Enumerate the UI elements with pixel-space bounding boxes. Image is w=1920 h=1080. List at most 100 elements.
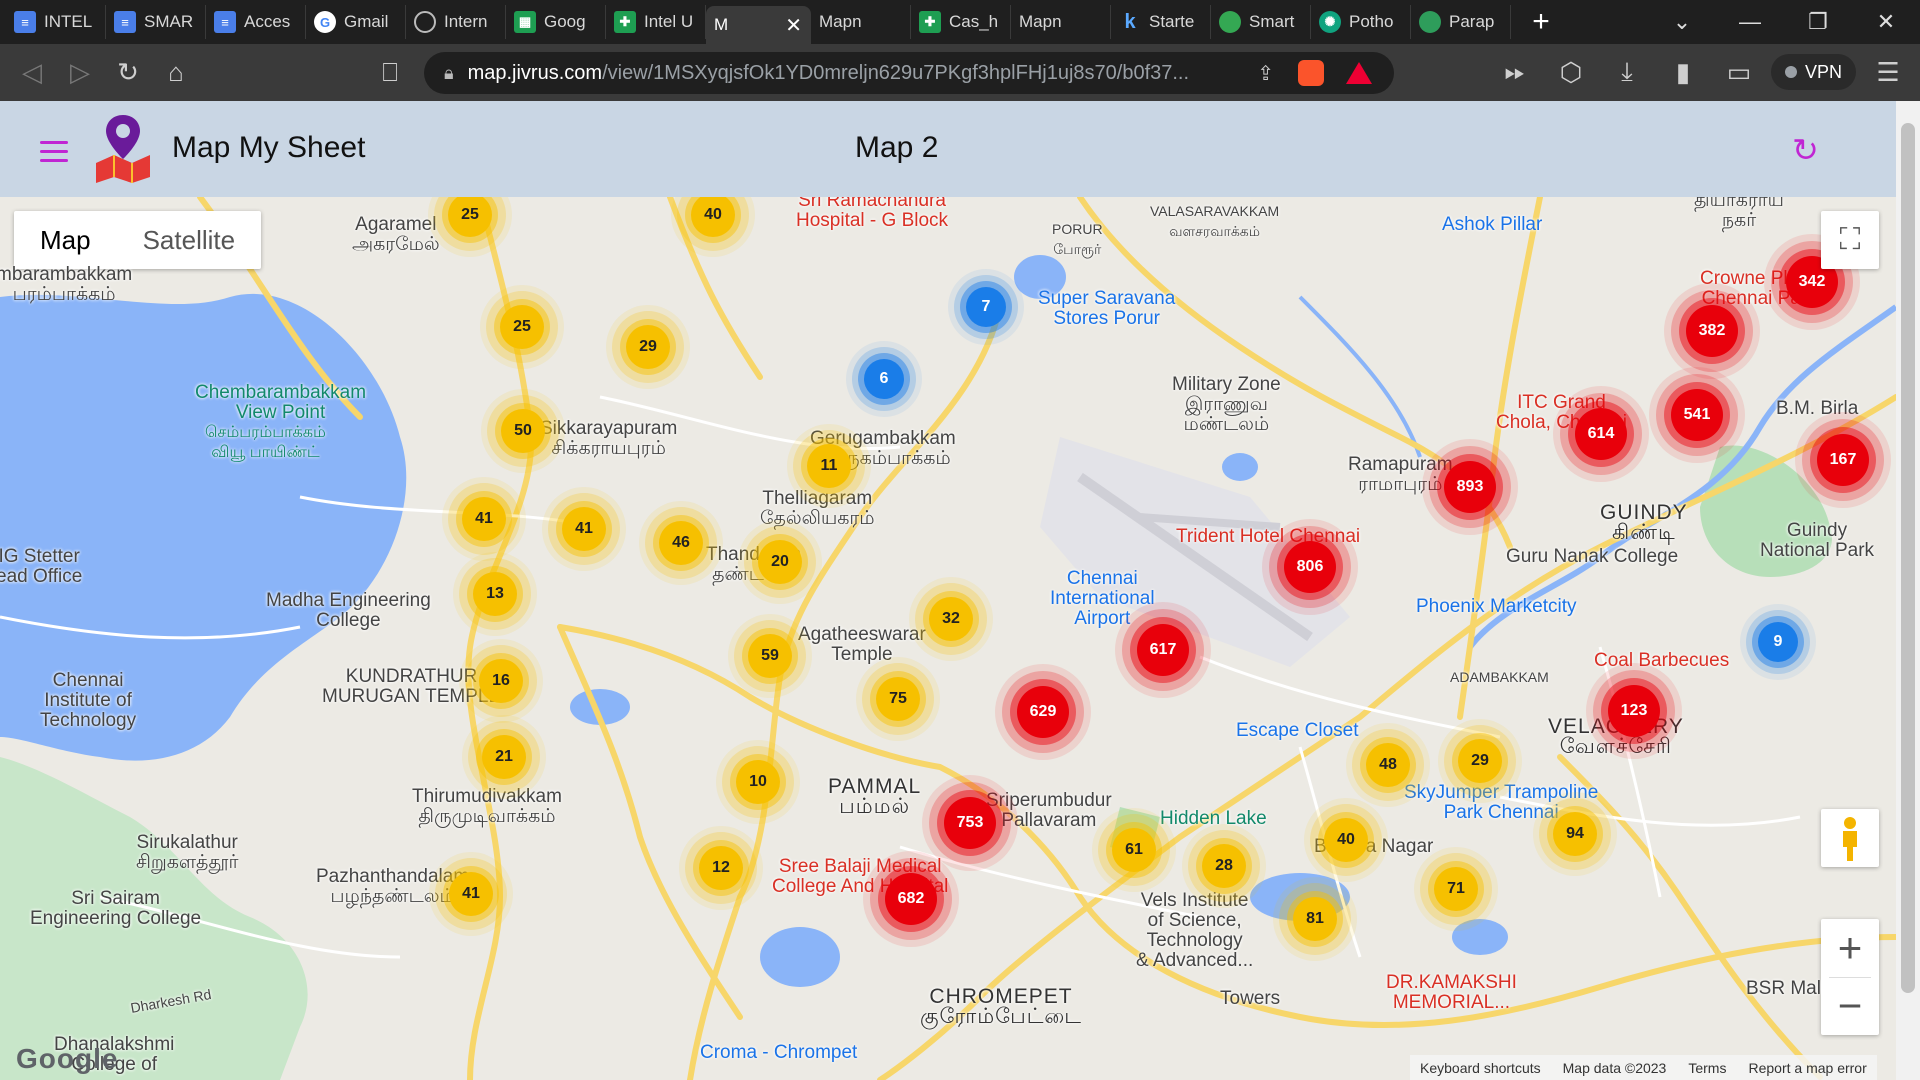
- cluster-marker[interactable]: 629: [1017, 686, 1069, 738]
- cluster-marker[interactable]: 16: [479, 659, 523, 703]
- cluster-marker[interactable]: 75: [876, 677, 920, 721]
- cluster-marker[interactable]: 806: [1284, 541, 1336, 593]
- map-my-sheet-logo: [96, 115, 150, 183]
- forward-button[interactable]: ▷: [56, 49, 104, 97]
- cluster-marker[interactable]: 94: [1553, 812, 1597, 856]
- back-button[interactable]: ◁: [8, 49, 56, 97]
- minimize-button[interactable]: —: [1716, 9, 1784, 35]
- browser-tab[interactable]: Intern: [406, 5, 506, 39]
- cluster-marker[interactable]: 13: [473, 572, 517, 616]
- cluster-marker[interactable]: 50: [501, 409, 545, 453]
- place-label: Sri Ramachandra Hospital - G Block: [796, 197, 949, 231]
- cluster-marker[interactable]: 11: [807, 444, 851, 488]
- cluster-marker[interactable]: 29: [1458, 739, 1502, 783]
- cluster-marker[interactable]: 20: [758, 540, 802, 584]
- cluster-marker[interactable]: 41: [449, 872, 493, 916]
- zoom-in-button[interactable]: +: [1821, 919, 1879, 977]
- cluster-marker[interactable]: 41: [462, 497, 506, 541]
- hamburger-menu-icon[interactable]: [40, 141, 68, 168]
- cluster-marker[interactable]: 32: [929, 597, 973, 641]
- cluster-marker[interactable]: 12: [699, 846, 743, 890]
- map-type-map-button[interactable]: Map: [14, 211, 117, 269]
- tab-title: Goog: [544, 12, 586, 31]
- cluster-marker[interactable]: 25: [500, 305, 544, 349]
- tab-title: Smart: [1249, 12, 1295, 31]
- map-type-satellite-button[interactable]: Satellite: [117, 211, 262, 269]
- vpn-button[interactable]: VPN: [1770, 54, 1856, 90]
- cluster-marker[interactable]: 167: [1817, 434, 1869, 486]
- tab-title: Cas_h: [949, 12, 999, 31]
- browser-tab[interactable]: ▦ Goog: [506, 5, 606, 39]
- share-icon[interactable]: ⇪: [1257, 61, 1274, 86]
- cluster-marker[interactable]: 123: [1608, 685, 1660, 737]
- browser-tab[interactable]: Parap: [1411, 5, 1511, 39]
- browser-tab[interactable]: Mapn: [811, 5, 957, 650]
- wallet-icon[interactable]: ▭: [1715, 48, 1763, 96]
- map-canvas[interactable]: Map Satellite Agaramel அகரமேல் mbarambakk…: [0, 197, 1896, 1080]
- report-error-link[interactable]: Report a map error: [1748, 1060, 1866, 1076]
- cluster-marker[interactable]: 10: [736, 760, 780, 804]
- cluster-marker[interactable]: 21: [482, 735, 526, 779]
- browser-tab[interactable]: ≡ SMAR: [106, 5, 206, 39]
- street-view-pegman-icon[interactable]: [1821, 809, 1879, 867]
- browser-tab[interactable]: ✚ Cas_h: [911, 5, 1011, 39]
- reload-button[interactable]: ↻: [104, 49, 152, 97]
- brave-shield-icon[interactable]: [1298, 60, 1324, 86]
- fast-forward-icon[interactable]: ⏩︎: [1491, 48, 1539, 96]
- cluster-marker[interactable]: 893: [1444, 461, 1496, 513]
- keyboard-shortcuts-link[interactable]: Keyboard shortcuts: [1420, 1060, 1541, 1076]
- close-window-button[interactable]: ✕: [1852, 9, 1920, 35]
- cluster-marker[interactable]: 753: [944, 797, 996, 849]
- cluster-marker[interactable]: 46: [659, 521, 703, 565]
- browser-tab[interactable]: k Starte: [1111, 5, 1211, 39]
- cluster-marker[interactable]: 71: [1434, 867, 1478, 911]
- cluster-marker[interactable]: 682: [885, 873, 937, 925]
- fullscreen-button[interactable]: ⛶: [1821, 211, 1879, 269]
- sidebar-icon[interactable]: ▮: [1659, 48, 1707, 96]
- cluster-marker[interactable]: 9: [1758, 622, 1798, 662]
- refresh-icon[interactable]: ↻: [1792, 131, 1819, 169]
- docs-icon: ≡: [14, 11, 36, 33]
- cluster-marker[interactable]: 59: [748, 634, 792, 678]
- cluster-marker[interactable]: 6: [864, 359, 904, 399]
- cluster-marker[interactable]: 541: [1671, 389, 1723, 441]
- cluster-marker[interactable]: 28: [1202, 844, 1246, 888]
- brave-rewards-icon[interactable]: [1346, 62, 1372, 84]
- restore-button[interactable]: ❐: [1784, 9, 1852, 35]
- cluster-marker[interactable]: 7: [966, 287, 1006, 327]
- cluster-marker[interactable]: 614: [1575, 408, 1627, 460]
- tab-search-icon[interactable]: ⌄: [1648, 9, 1716, 35]
- cluster-marker[interactable]: 41: [562, 507, 606, 551]
- download-icon[interactable]: ⤓: [1603, 48, 1651, 96]
- place-label: Sri Sairam Engineering College: [30, 888, 202, 929]
- bookmark-icon[interactable]: ⎕: [366, 49, 414, 97]
- cluster-marker[interactable]: 81: [1293, 897, 1337, 941]
- browser-tab[interactable]: Smart: [1211, 5, 1311, 39]
- cluster-marker[interactable]: 61: [1112, 828, 1156, 872]
- zoom-out-button[interactable]: −: [1821, 977, 1879, 1035]
- browser-tab-active[interactable]: M ✕: [706, 6, 957, 650]
- extensions-icon[interactable]: ⬡: [1547, 48, 1595, 96]
- browser-tab[interactable]: ✺ Potho: [1311, 5, 1411, 39]
- place-label: Vels Institute of Science, Technology & Adv…: [1136, 890, 1254, 971]
- new-tab-button[interactable]: +: [1523, 4, 1559, 40]
- browser-tab[interactable]: Mapn: [939, 5, 1111, 650]
- menu-icon[interactable]: ☰: [1864, 48, 1912, 96]
- browser-tab[interactable]: G Gmail: [306, 5, 406, 39]
- browser-tab[interactable]: ≡ Acces: [206, 5, 306, 39]
- close-icon[interactable]: ✕: [785, 13, 802, 38]
- scrollbar-thumb[interactable]: [1901, 123, 1915, 993]
- cluster-marker[interactable]: 382: [1686, 305, 1738, 357]
- cluster-marker[interactable]: 48: [1366, 743, 1410, 787]
- page-scrollbar[interactable]: [1896, 101, 1920, 1080]
- cluster-marker[interactable]: 40: [1324, 818, 1368, 862]
- home-button[interactable]: ⌂: [152, 49, 200, 97]
- browser-tab[interactable]: ≡ INTEL: [6, 5, 106, 39]
- cluster-marker[interactable]: 617: [1137, 624, 1189, 676]
- address-bar[interactable]: 🔒︎ map.jivrus.com/view/1MSXyqjsfOk1YD0mr…: [424, 52, 1394, 94]
- browser-tab[interactable]: ✚ Intel U: [606, 5, 706, 39]
- google-logo: Google: [16, 1043, 119, 1074]
- url-host: map.jivrus.com: [467, 61, 603, 84]
- cluster-marker[interactable]: 29: [626, 325, 670, 369]
- terms-link[interactable]: Terms: [1688, 1060, 1726, 1076]
